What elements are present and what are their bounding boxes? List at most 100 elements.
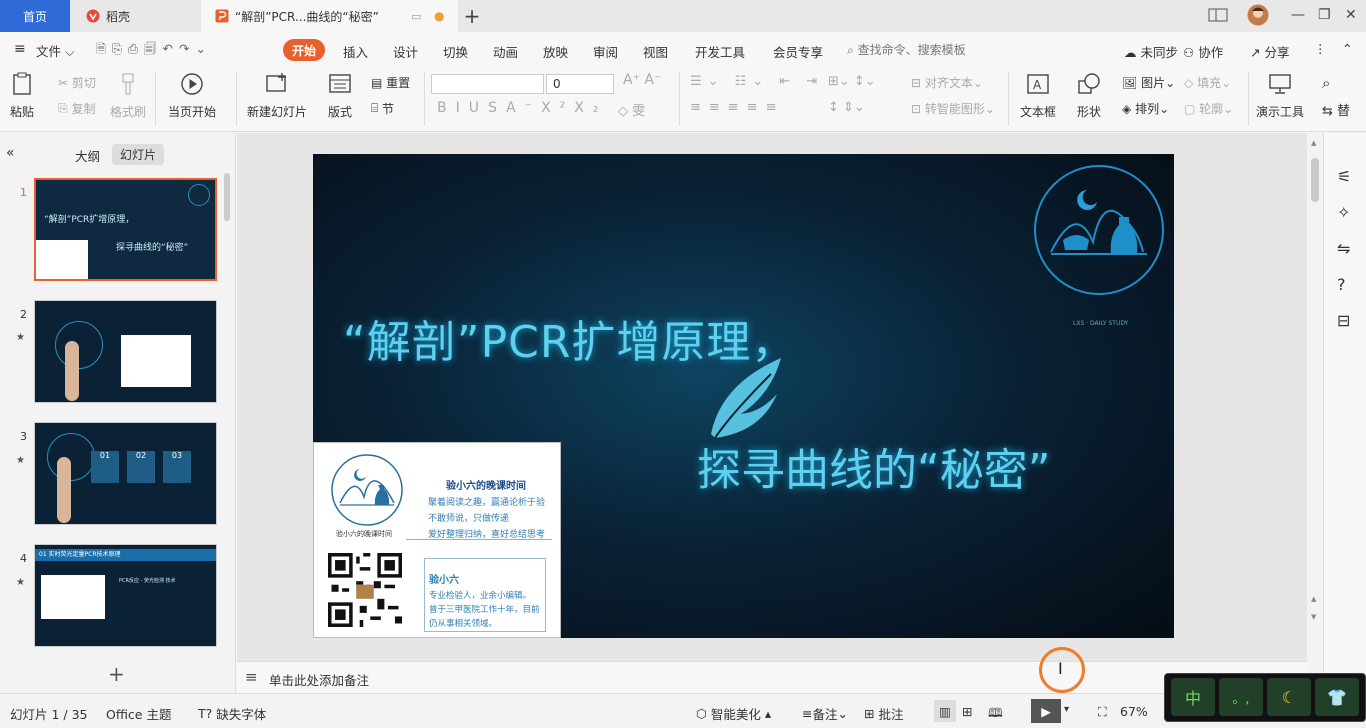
scroll-up-icon[interactable]: ▲: [1311, 139, 1316, 147]
skin-icon[interactable]: 👕: [1315, 678, 1359, 716]
paste-button[interactable]: 粘贴: [10, 72, 34, 120]
reset-button[interactable]: ▤ 重置: [371, 74, 410, 91]
restore-icon[interactable]: ❐: [1318, 7, 1331, 23]
tab-document[interactable]: “解剖”PCR...曲线的“秘密” ▭ ●: [201, 0, 458, 32]
window-layout-icon[interactable]: [1208, 7, 1228, 27]
present-tools-button[interactable]: 演示工具: [1256, 72, 1304, 120]
menu-animation[interactable]: 动画: [493, 42, 518, 61]
scroll-down-icon[interactable]: ▼: [1311, 613, 1316, 621]
list-buttons[interactable]: ☰⌄ ☷⌄ ⇤ ⇥: [690, 74, 823, 89]
share-button[interactable]: ↗ 分享: [1250, 42, 1289, 61]
scroll-up-icon[interactable]: ▲: [1311, 595, 1316, 603]
properties-icon[interactable]: ⚟: [1337, 167, 1351, 186]
missing-font-button[interactable]: T? 缺失字体: [198, 704, 266, 723]
tab-slides[interactable]: 幻灯片: [112, 144, 165, 165]
profile-card[interactable]: 验小六的晚课时间 验小六的晚课时间 聚着阅读之趣，赢通论析于验 不敢师说，只做传…: [313, 442, 561, 638]
new-slide-button[interactable]: 新建幻灯片: [247, 72, 307, 120]
layout-button[interactable]: 版式: [328, 72, 352, 120]
monitor-icon[interactable]: ▭: [411, 10, 421, 23]
cut-button[interactable]: ✂ 剪切: [58, 74, 96, 91]
play-slideshow-button[interactable]: ▶: [1031, 699, 1061, 723]
minimize-icon[interactable]: —: [1291, 7, 1305, 23]
switch-icon[interactable]: ⇋: [1337, 239, 1350, 258]
more-icon[interactable]: ⋮: [1314, 41, 1327, 56]
format-brush-button[interactable]: 格式刷: [110, 72, 146, 120]
avatar[interactable]: [1247, 4, 1269, 30]
fit-window-icon[interactable]: ⛶: [1098, 704, 1107, 720]
play-from-current-button[interactable]: 当页开始: [168, 72, 216, 120]
new-tab-button[interactable]: +: [458, 0, 486, 32]
grid-view-icon[interactable]: ⊞: [962, 704, 972, 719]
menu-developer[interactable]: 开发工具: [695, 42, 745, 61]
theme-name[interactable]: Office 主题: [106, 704, 171, 723]
slide-title-line2[interactable]: 探寻曲线的“秘密”: [697, 434, 1051, 498]
font-name-select[interactable]: [431, 74, 544, 94]
help-icon[interactable]: ?: [1337, 275, 1346, 294]
textbox-button[interactable]: A 文本框: [1020, 72, 1056, 120]
menu-membership[interactable]: 会员专享: [773, 42, 823, 61]
menu-view[interactable]: 视图: [643, 42, 668, 61]
quick-access-icons[interactable]: 🗎⎘⎙🗐↶↷⌄: [96, 40, 212, 61]
shape-button[interactable]: 形状: [1077, 72, 1101, 120]
slide-thumbnail-1[interactable]: “解剖”PCR扩增原理， 探寻曲线的“秘密”: [34, 178, 217, 281]
menu-transition[interactable]: 切换: [443, 42, 468, 61]
tab-outline[interactable]: 大纲: [75, 146, 100, 165]
picture-button[interactable]: 🖼 图片 ⌄: [1122, 74, 1175, 91]
section-button[interactable]: ⌸ 节: [371, 100, 394, 117]
menu-design[interactable]: 设计: [393, 42, 418, 61]
right-sidebar: ⚟ ✧ ⇋ ? ⊟: [1323, 133, 1366, 693]
collapse-ribbon-icon[interactable]: ⌃: [1342, 41, 1352, 56]
notes-toggle[interactable]: ≡ 备注 ⌄: [802, 704, 848, 723]
spacing-buttons[interactable]: ↕ ⇕⌄: [828, 100, 865, 115]
find-icon[interactable]: ⌕: [1322, 74, 1330, 92]
menu-slideshow[interactable]: 放映: [543, 42, 568, 61]
add-slide-button[interactable]: +: [108, 662, 125, 686]
slide[interactable]: LXS · DAILY STUDY “解剖”PCR扩增原理， 探寻曲线的“秘密”…: [313, 154, 1174, 638]
arrange-button[interactable]: ◈ 排列 ⌄: [1122, 100, 1169, 117]
ime-mode-button[interactable]: 中: [1171, 678, 1215, 716]
menu-start[interactable]: 开始: [283, 39, 325, 61]
replace-icon[interactable]: ⇆ 替: [1322, 100, 1350, 119]
menu-review[interactable]: 审阅: [593, 42, 618, 61]
beautify-button[interactable]: ⬡ 智能美化 ▴: [696, 704, 771, 723]
card-bio-line: 曾于三甲医院工作十年，目前: [429, 605, 540, 615]
command-search[interactable]: ⌕ 查找命令、搜索模板: [847, 41, 966, 58]
sync-status[interactable]: ☁ 未同步: [1124, 42, 1178, 61]
menu-insert[interactable]: 插入: [343, 42, 368, 61]
normal-view-icon[interactable]: ▥: [934, 700, 956, 722]
zoom-level[interactable]: 67%: [1120, 704, 1148, 719]
collab-button[interactable]: ⚇ 协作: [1183, 42, 1223, 61]
thumbnail-scrollbar[interactable]: [224, 173, 230, 221]
ime-punct-button[interactable]: 。,: [1219, 678, 1263, 716]
align-text-button[interactable]: ⊟ 对齐文本 ⌄: [911, 74, 983, 91]
font-grow-shrink[interactable]: A⁺ A⁻: [623, 72, 661, 88]
notes-pane[interactable]: ≡ 单击此处添加备注: [237, 661, 1307, 693]
copy-button[interactable]: ⎘ 复制: [58, 100, 95, 117]
slide-thumbnail-4[interactable]: 01 实时荧光定量PCR技术原理 PCR反应 - 荧光检测 技术: [34, 544, 217, 647]
tab-daoke[interactable]: 稻壳: [72, 0, 200, 32]
scrollbar-thumb[interactable]: [1311, 158, 1319, 202]
close-icon[interactable]: ✕: [1345, 7, 1357, 23]
collapse-panel-icon[interactable]: «: [6, 145, 15, 161]
hamburger-icon[interactable]: ≡: [14, 41, 26, 57]
moon-icon[interactable]: ☾: [1267, 678, 1311, 716]
font-style-buttons[interactable]: BIUSA⁻X²X₂: [437, 100, 608, 116]
tab-home[interactable]: 首页: [0, 0, 70, 32]
smart-shape-button[interactable]: ⊡ 转智能图形 ⌄: [911, 100, 995, 117]
canvas-scrollbar[interactable]: ▲ ▲ ▼: [1307, 133, 1323, 661]
font-size-select[interactable]: 0: [546, 74, 614, 94]
slide-thumbnail-3[interactable]: 01 02 03: [34, 422, 217, 525]
menu-file[interactable]: 文件 ⌵: [36, 41, 74, 60]
slide-thumbnail-2[interactable]: [34, 300, 217, 403]
outline-button[interactable]: ▢ 轮廓 ⌄: [1184, 100, 1233, 117]
backup-icon[interactable]: ⊟: [1337, 311, 1350, 330]
paragraph-align-buttons[interactable]: ≡≡≡≡≡: [690, 100, 784, 115]
comments-toggle[interactable]: ⊞ 批注: [864, 704, 903, 723]
reading-view-icon[interactable]: 🕮: [988, 704, 1003, 725]
text-direction-buttons[interactable]: ⊞⌄ ↕⌄: [828, 74, 876, 89]
play-options-icon[interactable]: ▾: [1064, 704, 1069, 715]
notes-placeholder[interactable]: 单击此处添加备注: [269, 670, 369, 689]
pinyin-button[interactable]: ◇ 雯: [618, 100, 645, 119]
fill-button[interactable]: ◇ 填充 ⌄: [1184, 74, 1231, 91]
pin-icon[interactable]: ✧: [1337, 203, 1350, 222]
